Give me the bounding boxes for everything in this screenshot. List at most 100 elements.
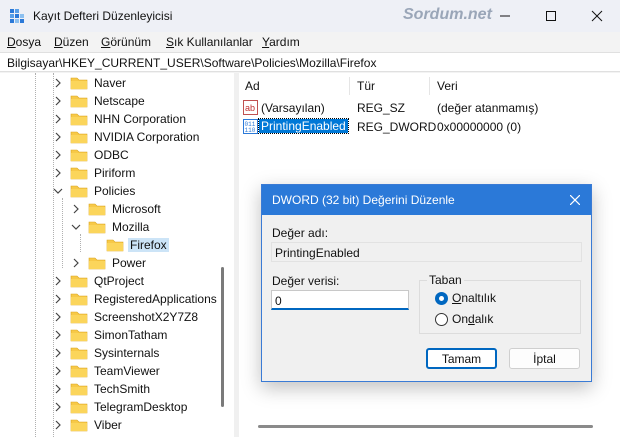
tree-item[interactable]: ODBC bbox=[52, 146, 131, 164]
folder-icon bbox=[88, 202, 106, 216]
tree-item[interactable]: Naver bbox=[52, 74, 128, 92]
menu-edit[interactable]: Düzen bbox=[54, 35, 89, 49]
tree-item[interactable]: QtProject bbox=[52, 272, 146, 290]
value-data: (değer atanmamış) bbox=[437, 101, 539, 115]
folder-icon bbox=[88, 220, 106, 234]
tree-item[interactable]: TelegramDesktop bbox=[52, 398, 189, 416]
address-bar[interactable]: Bilgisayar\HKEY_CURRENT_USER\Software\Po… bbox=[0, 52, 620, 72]
tree-item[interactable]: TechSmith bbox=[52, 380, 152, 398]
folder-icon bbox=[70, 418, 88, 432]
column-separator[interactable] bbox=[349, 77, 350, 95]
chevron-right-icon[interactable] bbox=[52, 167, 64, 179]
value-data-text: 0 bbox=[275, 294, 282, 308]
tree-item[interactable]: Viber bbox=[52, 416, 124, 434]
chevron-right-icon[interactable] bbox=[52, 311, 64, 323]
key-tree[interactable]: Naver Netscape NHN Corporation NVIDIA Corpo… bbox=[0, 73, 234, 437]
base-groupbox bbox=[419, 280, 581, 334]
chevron-right-icon[interactable] bbox=[52, 275, 64, 287]
value-data-label: Değer verisi: bbox=[272, 274, 340, 288]
folder-icon bbox=[70, 166, 88, 180]
tree-item[interactable]: Netscape bbox=[52, 92, 147, 110]
decimal-radio[interactable] bbox=[435, 313, 448, 326]
column-header-data[interactable]: Veri bbox=[437, 79, 458, 93]
value-name: (Varsayılan) bbox=[261, 101, 325, 115]
value-name-label: Değer adı: bbox=[272, 226, 329, 240]
ok-button[interactable]: Tamam bbox=[426, 348, 497, 369]
minimize-icon bbox=[500, 15, 510, 17]
chevron-right-icon[interactable] bbox=[52, 95, 64, 107]
folder-icon bbox=[70, 400, 88, 414]
chevron-right-icon[interactable] bbox=[52, 293, 64, 305]
tree-item[interactable]: SimonTatham bbox=[52, 326, 169, 344]
svg-text:110: 110 bbox=[245, 127, 256, 134]
folder-icon bbox=[70, 328, 88, 342]
tree-item-label: Sysinternals bbox=[94, 346, 160, 360]
tree-scrollbar-thumb[interactable] bbox=[221, 267, 224, 407]
tree-item[interactable]: Microsoft bbox=[70, 200, 163, 218]
menu-favorites-label: ık Kullanılanlar bbox=[174, 35, 253, 49]
tree-item[interactable]: Sysinternals bbox=[52, 344, 161, 362]
cancel-button[interactable]: İptal bbox=[509, 348, 580, 369]
tree-item-label: ScreenshotX2Y7Z8 bbox=[94, 310, 199, 324]
hexadecimal-radio[interactable] bbox=[435, 292, 448, 305]
tree-item[interactable]: Policies bbox=[52, 182, 137, 200]
chevron-right-icon[interactable] bbox=[52, 131, 64, 143]
dialog-close-button[interactable] bbox=[565, 190, 585, 210]
maximize-button[interactable] bbox=[528, 0, 574, 32]
menu-file[interactable]: Dosya bbox=[7, 35, 41, 49]
column-header-type[interactable]: Tür bbox=[357, 79, 375, 93]
chevron-down-icon[interactable] bbox=[52, 185, 64, 197]
tree-item[interactable]: NHN Corporation bbox=[52, 110, 188, 128]
chevron-down-icon[interactable] bbox=[70, 221, 82, 233]
minimize-button[interactable] bbox=[482, 0, 528, 32]
chevron-right-icon[interactable] bbox=[52, 149, 64, 161]
column-separator[interactable] bbox=[429, 77, 430, 95]
tree-item-label: NHN Corporation bbox=[94, 112, 187, 126]
tree-item[interactable]: Firefox bbox=[88, 236, 169, 254]
menu-view-label: örünüm bbox=[110, 35, 152, 49]
menu-edit-label: üzen bbox=[62, 35, 89, 49]
chevron-right-icon[interactable] bbox=[52, 113, 64, 125]
chevron-right-icon[interactable] bbox=[70, 257, 82, 269]
tree-item-label: RegisteredApplications bbox=[94, 292, 217, 306]
list-horizontal-scrollbar[interactable] bbox=[258, 425, 593, 428]
menu-help[interactable]: Yardım bbox=[262, 35, 300, 49]
chevron-right-icon[interactable] bbox=[52, 347, 64, 359]
tree-item[interactable]: TeamViewer bbox=[52, 362, 162, 380]
chevron-right-icon[interactable] bbox=[52, 401, 64, 413]
tree-item-label: TelegramDesktop bbox=[94, 400, 188, 414]
tree-item[interactable]: RegisteredApplications bbox=[52, 290, 219, 308]
menu-help-label: ardım bbox=[269, 35, 300, 49]
dialog-title-bar[interactable]: DWORD (32 bit) Değerini Düzenle bbox=[262, 185, 591, 215]
decimal-label[interactable]: Ondalık bbox=[452, 312, 493, 326]
column-header-name[interactable]: Ad bbox=[245, 79, 260, 93]
chevron-right-icon[interactable] bbox=[52, 419, 64, 431]
edit-dword-dialog: DWORD (32 bit) Değerini Düzenle Değer ad… bbox=[261, 184, 592, 382]
hexadecimal-label[interactable]: Onaltılık bbox=[452, 291, 496, 305]
tree-item-label: SimonTatham bbox=[94, 328, 168, 342]
title-bar[interactable]: Kayıt Defteri Düzenleyicisi Sordum.net bbox=[0, 0, 620, 32]
value-data-input[interactable]: 0 bbox=[271, 290, 409, 310]
chevron-right-icon[interactable] bbox=[52, 365, 64, 377]
folder-icon bbox=[70, 364, 88, 378]
window-title: Kayıt Defteri Düzenleyicisi bbox=[33, 9, 173, 23]
chevron-right-icon[interactable] bbox=[52, 329, 64, 341]
tree-item[interactable]: Piriform bbox=[52, 164, 137, 182]
tree-item[interactable]: Power bbox=[70, 254, 148, 272]
menu-favorites[interactable]: Sık Kullanılanlar bbox=[166, 35, 253, 49]
close-button[interactable] bbox=[574, 0, 620, 32]
tree-item-label: Microsoft bbox=[112, 202, 161, 216]
folder-icon bbox=[70, 94, 88, 108]
menu-view[interactable]: Görünüm bbox=[101, 35, 151, 49]
value-type: REG_DWORD bbox=[357, 120, 437, 134]
menu-file-accel: D bbox=[7, 35, 16, 49]
tree-item[interactable]: NVIDIA Corporation bbox=[52, 128, 201, 146]
value-row[interactable]: ab (Varsayılan) REG_SZ (değer atanmamış) bbox=[239, 99, 620, 117]
chevron-right-icon[interactable] bbox=[52, 77, 64, 89]
chevron-right-icon[interactable] bbox=[70, 203, 82, 215]
tree-item[interactable]: ScreenshotX2Y7Z8 bbox=[52, 308, 200, 326]
value-row[interactable]: 011 110 PrintingEnabled REG_DWORD 0x0000… bbox=[239, 118, 620, 136]
tree-item[interactable]: Mozilla bbox=[70, 218, 151, 236]
binary-value-icon: 011 110 bbox=[243, 119, 258, 134]
chevron-right-icon[interactable] bbox=[52, 383, 64, 395]
